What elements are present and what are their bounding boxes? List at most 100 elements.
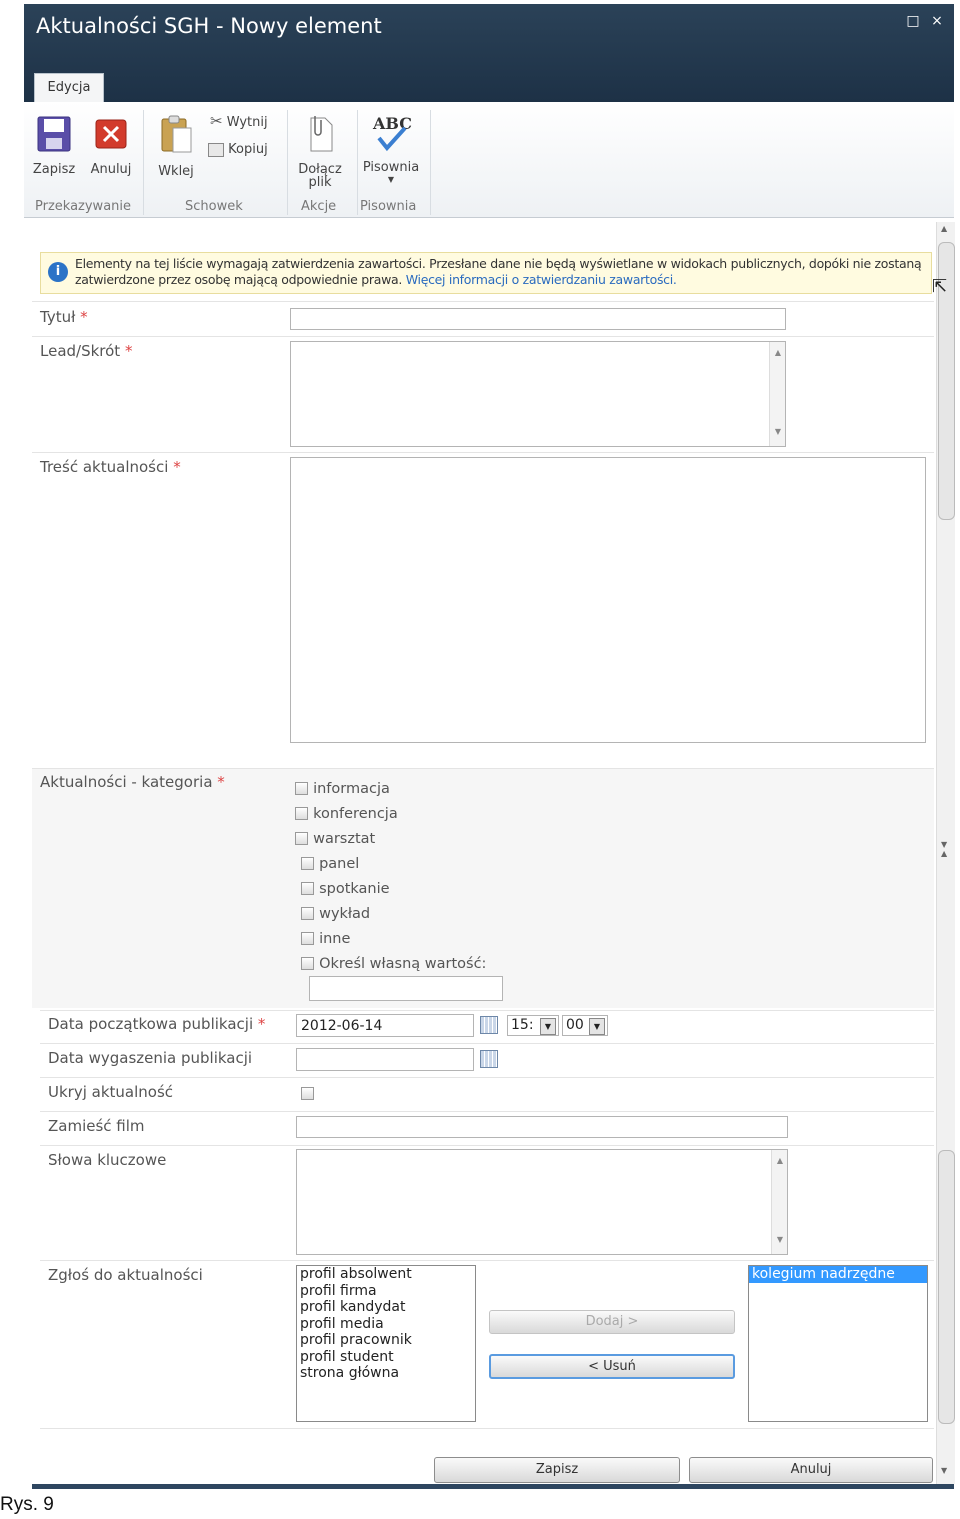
spelling-check-icon: ABC bbox=[371, 114, 412, 154]
textarea-scrollbar[interactable]: ▲ ▼ bbox=[771, 1150, 787, 1254]
info-link[interactable]: Więcej informacji o zatwierdzaniu zawart… bbox=[406, 272, 677, 287]
category-label: Aktualności - kategoria * bbox=[40, 773, 225, 791]
category-option[interactable]: konferencja bbox=[295, 803, 398, 822]
category-option[interactable]: warsztat bbox=[295, 828, 375, 847]
remove-button[interactable]: < Usuń bbox=[489, 1354, 735, 1379]
category-row bbox=[32, 768, 934, 1008]
paste-clipboard-icon bbox=[161, 115, 192, 153]
list-item-selected[interactable]: kolegium nadrzędne bbox=[749, 1266, 927, 1283]
group-label-actions: Akcje bbox=[301, 199, 337, 214]
start-hour-select[interactable]: 15: ▼ bbox=[507, 1015, 559, 1036]
category-checkbox[interactable] bbox=[295, 832, 308, 845]
category-option[interactable]: informacja bbox=[295, 778, 390, 797]
start-minute-select[interactable]: 00 ▼ bbox=[562, 1015, 608, 1036]
title-input[interactable] bbox=[290, 308, 786, 330]
scroll-split-icon[interactable]: ▼ ▲ bbox=[941, 840, 947, 858]
cancel-label: Anuluj bbox=[90, 162, 132, 177]
cancel-button[interactable]: Anuluj bbox=[88, 116, 134, 177]
scroll-down-icon[interactable]: ▼ bbox=[772, 1235, 788, 1244]
expiry-date-label: Data wygaszenia publikacji bbox=[48, 1049, 253, 1067]
scroll-up-icon[interactable]: ▲ bbox=[941, 224, 947, 233]
selected-options-list[interactable]: kolegium nadrzędne bbox=[748, 1265, 928, 1422]
list-item[interactable]: profil student bbox=[297, 1349, 475, 1366]
category-checkbox[interactable] bbox=[301, 957, 314, 970]
lead-textarea[interactable]: ▲ ▼ bbox=[290, 341, 786, 447]
category-option[interactable]: wykład bbox=[301, 903, 370, 922]
chevron-down-icon[interactable]: ▼ bbox=[589, 1018, 605, 1035]
row-divider bbox=[40, 1145, 934, 1146]
scroll-up-icon[interactable]: ▲ bbox=[772, 1156, 788, 1165]
attach-file-button[interactable]: Dołącz plik bbox=[294, 114, 346, 189]
film-label: Zamieść film bbox=[48, 1117, 145, 1135]
category-checkbox[interactable] bbox=[295, 782, 308, 795]
hide-news-checkbox[interactable] bbox=[301, 1087, 314, 1100]
cut-button[interactable]: ✂ Wytnij bbox=[210, 112, 268, 132]
category-checkbox[interactable] bbox=[301, 907, 314, 920]
category-checkbox[interactable] bbox=[301, 882, 314, 895]
category-checkbox[interactable] bbox=[301, 932, 314, 945]
calendar-icon[interactable] bbox=[480, 1016, 498, 1034]
list-item[interactable]: profil absolwent bbox=[297, 1266, 475, 1283]
copy-icon bbox=[208, 142, 224, 157]
textarea-scrollbar[interactable]: ▲ ▼ bbox=[769, 342, 785, 446]
spelling-label: Pisownia bbox=[362, 160, 420, 175]
film-input[interactable] bbox=[296, 1116, 788, 1138]
paste-label: Wklej bbox=[158, 164, 194, 179]
close-icon[interactable]: × bbox=[930, 14, 944, 28]
paperclip-document-icon bbox=[310, 116, 333, 152]
ribbon-separator bbox=[143, 110, 144, 215]
category-option[interactable]: inne bbox=[301, 928, 350, 947]
row-divider bbox=[40, 1111, 934, 1112]
expiry-date-input[interactable] bbox=[296, 1048, 474, 1071]
paste-button[interactable]: Wklej bbox=[152, 114, 200, 179]
content-rich-text-editor[interactable] bbox=[290, 457, 926, 743]
list-item[interactable]: strona główna bbox=[297, 1365, 475, 1382]
keywords-textarea[interactable]: ▲ ▼ bbox=[296, 1149, 788, 1255]
figure-caption: Rys. 9 bbox=[0, 1494, 54, 1515]
category-option[interactable]: spotkanie bbox=[301, 878, 390, 897]
dialog-title: Aktualności SGH - Nowy element bbox=[36, 14, 382, 38]
available-options-list[interactable]: profil absolwent profil firma profil kan… bbox=[296, 1265, 476, 1422]
row-divider bbox=[40, 1043, 934, 1044]
save-button[interactable]: Zapisz bbox=[32, 116, 76, 177]
scroll-up-icon[interactable]: ▲ bbox=[770, 348, 786, 357]
cancel-x-icon bbox=[95, 119, 127, 149]
scroll-down-icon[interactable]: ▼ bbox=[941, 1466, 947, 1475]
list-item[interactable]: profil kandydat bbox=[297, 1299, 475, 1316]
group-label-spelling: Pisownia bbox=[360, 199, 417, 214]
group-label-commit: Przekazywanie bbox=[35, 199, 132, 214]
category-option-custom[interactable]: Określ własną wartość: bbox=[301, 953, 486, 972]
chevron-down-icon[interactable]: ▼ bbox=[360, 175, 422, 184]
scroll-down-icon[interactable]: ▼ bbox=[770, 427, 786, 436]
start-date-label: Data początkowa publikacji * bbox=[48, 1015, 266, 1033]
spelling-button[interactable]: ABC Pisownia ▼ bbox=[360, 114, 422, 184]
vertical-scrollbar[interactable]: ▲ ▼ ▲ ▼ bbox=[936, 222, 955, 1484]
cut-label: Wytnij bbox=[226, 115, 268, 130]
scrollbar-thumb-lower[interactable] bbox=[938, 1150, 955, 1424]
category-checkbox[interactable] bbox=[301, 857, 314, 870]
chevron-down-icon[interactable]: ▼ bbox=[540, 1018, 556, 1035]
ribbon-separator bbox=[430, 110, 431, 215]
copy-label: Kopiuj bbox=[228, 142, 268, 157]
keywords-label: Słowa kluczowe bbox=[48, 1151, 167, 1169]
footer-cancel-button[interactable]: Anuluj bbox=[689, 1457, 933, 1483]
submit-to-news-label: Zgłoś do aktualności bbox=[48, 1266, 203, 1284]
row-divider bbox=[32, 768, 934, 769]
list-item[interactable]: profil pracownik bbox=[297, 1332, 475, 1349]
start-date-input[interactable]: 2012-06-14 bbox=[296, 1014, 474, 1037]
maximize-icon[interactable]: □ bbox=[906, 14, 920, 28]
calendar-icon[interactable] bbox=[480, 1050, 498, 1068]
add-button[interactable]: Dodaj > bbox=[489, 1310, 735, 1334]
list-item[interactable]: profil media bbox=[297, 1316, 475, 1333]
row-divider bbox=[40, 1428, 934, 1429]
hide-news-label: Ukryj aktualność bbox=[48, 1083, 174, 1101]
tab-edit[interactable]: Edycja bbox=[34, 73, 104, 103]
row-divider bbox=[40, 1077, 934, 1078]
category-option[interactable]: panel bbox=[301, 853, 359, 872]
list-item[interactable]: profil firma bbox=[297, 1283, 475, 1300]
category-checkbox[interactable] bbox=[295, 807, 308, 820]
copy-button[interactable]: Kopiuj bbox=[208, 142, 268, 162]
custom-category-input[interactable] bbox=[309, 976, 503, 1001]
ribbon: Zapisz Anuluj Wklej ✂ Wytnij Kopiuj Dołą… bbox=[24, 102, 954, 218]
footer-save-button[interactable]: Zapisz bbox=[434, 1457, 680, 1483]
